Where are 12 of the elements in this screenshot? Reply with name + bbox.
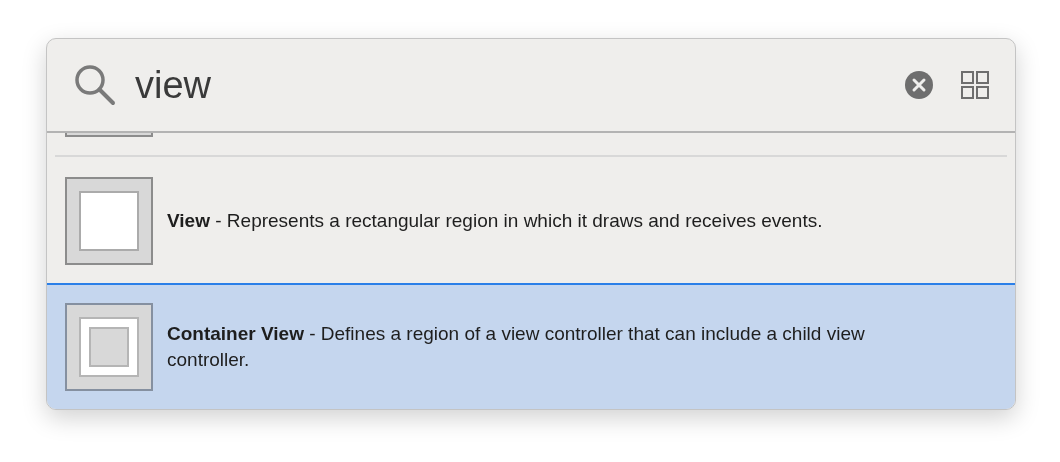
item-description: View - Represents a rectangular region in which it draws and receives events. [167, 209, 823, 233]
search-icon [73, 63, 117, 107]
grid-icon [961, 71, 989, 99]
view-object-icon [65, 177, 153, 265]
container-view-icon [65, 303, 153, 391]
item-description: Container View - Defines a region of a view controller that can include a child view controller. [167, 322, 866, 372]
clear-button[interactable] [905, 71, 933, 99]
grid-view-button[interactable] [961, 71, 989, 99]
close-icon [905, 71, 933, 99]
library-item[interactable]: View - Represents a rectangular region in which it draws and receives events. [47, 157, 1015, 283]
library-item[interactable]: Container View - Defines a region of a view controller that can include a child view controller. [47, 283, 1015, 409]
search-field[interactable]: view [135, 61, 887, 109]
